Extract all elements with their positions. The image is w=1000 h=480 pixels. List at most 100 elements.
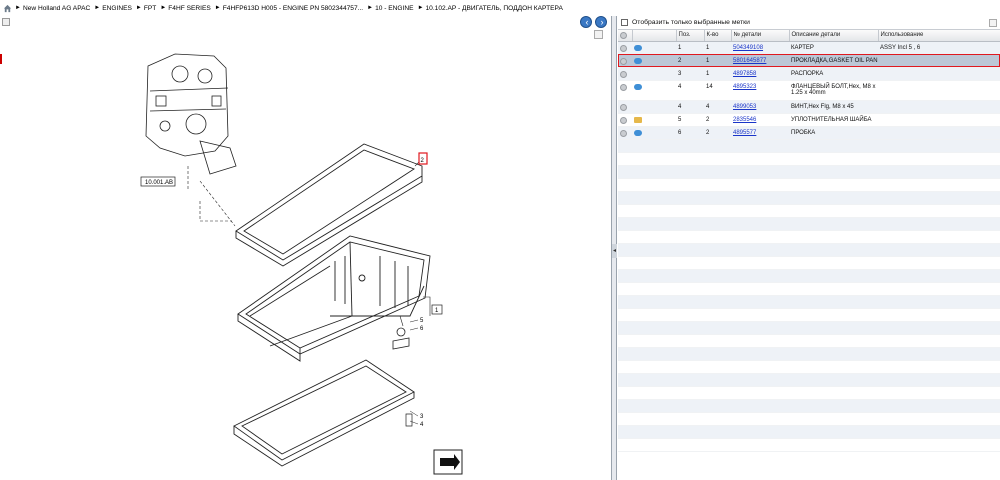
description-cell: КАРТЕР	[789, 41, 878, 55]
breadcrumb-item[interactable]: ► 10 - ENGINE	[367, 5, 413, 12]
info-icon[interactable]	[634, 83, 642, 90]
empty-row	[618, 256, 1000, 270]
part-number-link[interactable]: 504349108	[733, 45, 763, 51]
row-select-icon[interactable]	[620, 70, 627, 78]
empty-row	[618, 230, 1000, 244]
filter-row: Отобразить только выбранные метки	[618, 16, 1000, 30]
table-header: Поз. К-во № детали Описание детали Испол…	[618, 30, 1000, 42]
position-cell: 6	[676, 126, 704, 140]
row-select-icon[interactable]	[620, 129, 627, 137]
description-cell: ВИНТ,Hex Flg, M8 x 45	[789, 100, 878, 114]
column-header[interactable]: К-во	[704, 30, 732, 42]
quantity-cell: 4	[704, 100, 731, 114]
orientation-arrow-icon	[433, 449, 463, 475]
empty-row	[618, 321, 1000, 335]
breadcrumb-item[interactable]: ► F4HFP613D H005 - ENGINE PN 5802344757..…	[215, 5, 363, 12]
empty-row	[618, 334, 1000, 348]
table-row[interactable]: 5 2 2835546 УПЛОТНИТЕЛЬНАЯ ШАЙБА	[618, 113, 1000, 127]
empty-row	[618, 386, 1000, 400]
row-select-icon[interactable]	[620, 103, 627, 111]
sealing-washer-illustration	[392, 337, 410, 350]
empty-row	[618, 438, 1000, 452]
callout-label: 6	[420, 326, 424, 332]
info-icon[interactable]	[634, 57, 642, 64]
column-header[interactable]: № детали	[731, 30, 790, 42]
select-all-icon[interactable]	[620, 31, 627, 39]
panel-options-icon[interactable]	[989, 18, 997, 27]
breadcrumb: ► New Holland AG APAC ► ENGINES ► FPT ► F4HF…	[0, 0, 1000, 16]
position-cell: 5	[676, 113, 704, 127]
part-number-link[interactable]: 2835546	[733, 117, 756, 123]
quantity-cell: 1	[704, 54, 731, 68]
position-cell: 4	[676, 80, 704, 101]
breadcrumb-item[interactable]: ► F4HF SERIES	[160, 5, 210, 12]
usage-cell	[878, 113, 1000, 127]
kit-box-icon[interactable]	[634, 116, 642, 123]
filter-label: Отобразить только выбранные метки	[632, 19, 750, 26]
part-number-link[interactable]: 4895577	[733, 130, 756, 136]
row-select-icon[interactable]	[620, 57, 627, 65]
info-icon[interactable]	[634, 44, 642, 51]
part-number-link[interactable]: 4895323	[733, 84, 756, 90]
usage-cell	[878, 67, 1000, 81]
quantity-cell: 1	[704, 67, 731, 81]
breadcrumb-item[interactable]: ► ENGINES	[94, 5, 132, 12]
description-cell: ПРОБКА	[789, 126, 878, 140]
collapse-handle-icon[interactable]: ◂	[612, 244, 617, 258]
empty-row	[618, 373, 1000, 387]
empty-row	[618, 165, 1000, 179]
column-header[interactable]: Описание детали	[789, 30, 879, 42]
table-row[interactable]: 4 4 4899053 ВИНТ,Hex Flg, M8 x 45	[618, 100, 1000, 114]
callout-label: 5	[420, 318, 424, 324]
empty-row	[618, 217, 1000, 231]
row-select-icon[interactable]	[620, 83, 627, 91]
table-row[interactable]: 6 2 4895577 ПРОБКА	[618, 126, 1000, 140]
engine-block-illustration	[145, 53, 237, 175]
position-cell: 2	[676, 54, 704, 68]
reference-label: 10.001.AB	[145, 180, 173, 186]
show-selected-checkbox[interactable]	[621, 19, 628, 26]
quantity-cell: 1	[704, 41, 731, 55]
breadcrumb-item[interactable]: ► New Holland AG APAC	[15, 5, 90, 12]
empty-row	[618, 295, 1000, 309]
parts-table: Поз. К-во № детали Описание детали Испол…	[618, 30, 1000, 452]
usage-cell	[878, 54, 1000, 68]
breadcrumb-item[interactable]: ► FPT	[136, 5, 156, 12]
description-cell: ФЛАНЦЕВЫЙ БОЛТ,Hex, M8 x 1.25 x 40mm	[789, 80, 878, 101]
empty-row	[618, 178, 1000, 192]
empty-row	[618, 360, 1000, 374]
column-header[interactable]: Поз.	[676, 30, 705, 42]
position-cell: 1	[676, 41, 704, 55]
empty-row	[618, 204, 1000, 218]
quantity-cell: 2	[704, 126, 731, 140]
quantity-cell: 14	[704, 80, 731, 101]
table-row-selected[interactable]: 2 1 5801645877 ПРОКЛАДКА,GASKET OIL PAN	[618, 54, 1000, 68]
empty-row	[618, 243, 1000, 257]
home-icon[interactable]	[3, 4, 12, 13]
empty-row	[618, 399, 1000, 413]
empty-row	[618, 347, 1000, 361]
row-select-icon[interactable]	[620, 44, 627, 52]
usage-cell	[878, 80, 1000, 101]
empty-row	[618, 152, 1000, 166]
empty-row	[618, 412, 1000, 426]
info-icon[interactable]	[634, 129, 642, 136]
usage-cell: ASSY Incl 5 , 6	[878, 41, 1000, 55]
part-number-link[interactable]: 4897858	[733, 71, 756, 77]
parts-diagram: 10.001.AB 2 1 5 6 3 4	[140, 53, 463, 475]
position-cell: 4	[676, 100, 704, 114]
part-number-link[interactable]: 5801645877	[733, 58, 766, 64]
table-row[interactable]: 1 1 504349108 КАРТЕР ASSY Incl 5 , 6	[618, 41, 1000, 55]
panel-splitter[interactable]: ◂	[612, 16, 617, 480]
column-header	[632, 30, 677, 42]
description-cell: РАСПОРКА	[789, 67, 878, 81]
column-header[interactable]	[618, 30, 633, 42]
table-row[interactable]: 4 14 4895323 ФЛАНЦЕВЫЙ БОЛТ,Hex, M8 x 1.…	[618, 80, 1000, 101]
empty-row	[618, 308, 1000, 322]
breadcrumb-current: ► 10.102.AP - ДВИГАТЕЛЬ, ПОДДОН КАРТЕРА	[417, 4, 563, 12]
part-number-link[interactable]: 4899053	[733, 104, 756, 110]
oil-pan-illustration	[237, 235, 431, 362]
row-select-icon[interactable]	[620, 116, 627, 124]
table-row[interactable]: 3 1 4897858 РАСПОРКА	[618, 67, 1000, 81]
column-header[interactable]: Использование	[878, 30, 1000, 42]
